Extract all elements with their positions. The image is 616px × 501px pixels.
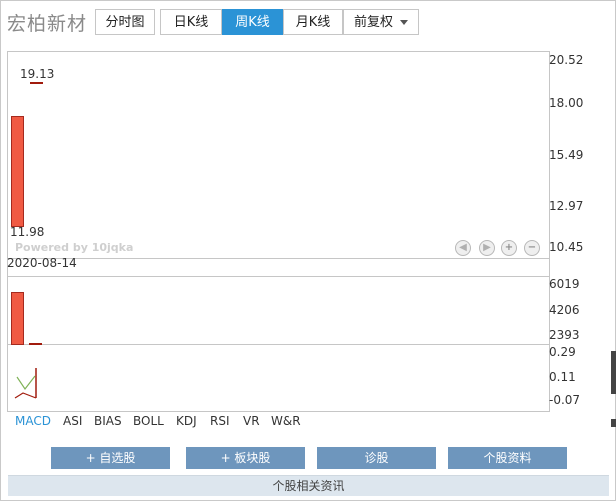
add-watchlist-button[interactable]: + 自选股 — [51, 447, 170, 469]
related-news-bar[interactable]: 个股相关资讯 — [8, 475, 609, 496]
edge-marker — [611, 419, 616, 427]
date-label: 2020-08-14 — [7, 256, 77, 270]
chevron-down-icon — [400, 20, 408, 25]
tab-weekly-k[interactable]: 周K线 — [222, 9, 283, 35]
zoom-out-icon[interactable]: − — [524, 240, 540, 256]
edge-marker — [611, 351, 616, 394]
add-sector-button[interactable]: + 板块股 — [186, 447, 305, 469]
indicator-asi[interactable]: ASI — [63, 414, 82, 428]
volume-axis-label: 6019 — [549, 277, 580, 291]
price-high-label: 19.13 — [20, 67, 55, 81]
price-high-marker — [30, 82, 43, 84]
volume-axis-label: 2393 — [549, 328, 580, 342]
indicator-boll[interactable]: BOLL — [133, 414, 164, 428]
macd-axis-label: 0.11 — [549, 370, 576, 384]
zoom-in-icon[interactable]: + — [501, 240, 517, 256]
stock-name: 宏柏新材 — [7, 13, 88, 35]
panel-divider-date-volume — [8, 276, 549, 277]
price-axis-label: 15.49 — [549, 148, 584, 162]
macd-axis-label: -0.07 — [549, 393, 581, 407]
panel-divider-price-date — [8, 258, 549, 259]
tab-daily-k[interactable]: 日K线 — [160, 9, 222, 35]
volume-bar-small — [29, 343, 42, 345]
indicator-rsi[interactable]: RSI — [210, 414, 230, 428]
price-axis-label: 12.97 — [549, 199, 584, 213]
adjust-select-label: 前复权 — [353, 15, 393, 30]
arrow-right-icon[interactable]: ▶ — [479, 240, 495, 256]
volume-axis-label: 4206 — [549, 303, 580, 317]
arrow-left-icon[interactable]: ◀ — [455, 240, 471, 256]
price-low-label: 11.98 — [10, 225, 45, 239]
indicator-kdj[interactable]: KDJ — [176, 414, 197, 428]
kline-widget: 宏柏新材 分时图 日K线 周K线 月K线 前复权 19.13 11.98 Pow… — [0, 0, 616, 501]
macd-axis-label: 0.29 — [549, 345, 576, 359]
indicator-vr[interactable]: VR — [243, 414, 260, 428]
price-axis-label: 10.45 — [549, 240, 584, 254]
price-axis-label: 20.52 — [549, 53, 584, 67]
volume-bar — [11, 292, 24, 345]
price-axis-label: 18.00 — [549, 96, 584, 110]
diagnose-button[interactable]: 诊股 — [317, 447, 436, 469]
tab-intraday[interactable]: 分时图 — [95, 9, 155, 35]
macd-lines — [14, 368, 37, 399]
panel-divider-volume-macd — [8, 344, 549, 345]
adjust-select[interactable]: 前复权 — [343, 9, 419, 35]
indicator-bias[interactable]: BIAS — [94, 414, 122, 428]
chart-area[interactable] — [7, 51, 550, 412]
watermark: Powered by 10jqka — [15, 241, 134, 254]
indicator-wr[interactable]: W&R — [271, 414, 301, 428]
profile-button[interactable]: 个股资料 — [448, 447, 567, 469]
tab-monthly-k[interactable]: 月K线 — [283, 9, 343, 35]
price-candle — [11, 116, 24, 227]
indicator-macd[interactable]: MACD — [15, 414, 51, 428]
